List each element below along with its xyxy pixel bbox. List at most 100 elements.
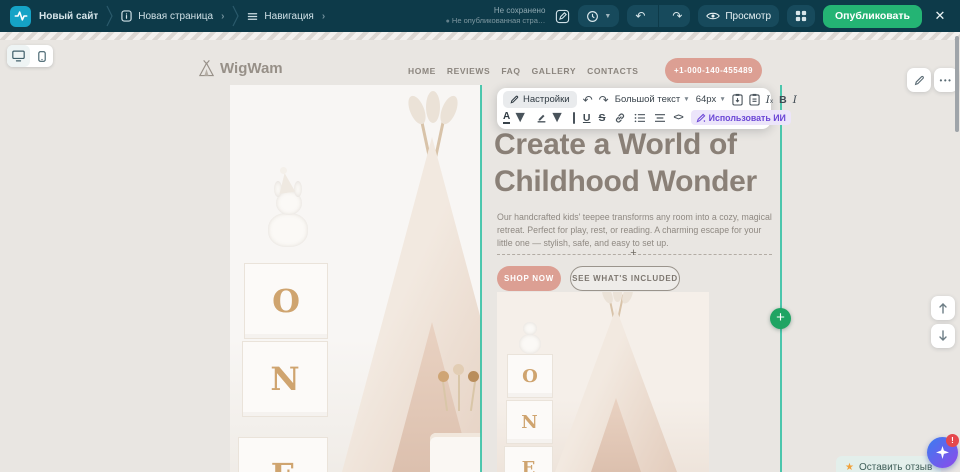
publish-button[interactable]: Опубликовать <box>823 5 922 28</box>
letter-cube: N <box>242 341 328 417</box>
bold-button[interactable]: B <box>779 94 787 106</box>
clipboard-icon <box>749 93 760 106</box>
close-editor-button[interactable]: ✕ <box>930 8 950 24</box>
teepee <box>555 308 677 472</box>
hero-paragraph[interactable]: Our handcrafted kids' teepee transforms … <box>497 211 773 251</box>
desktop-icon <box>12 50 25 62</box>
site-logo-text: WigWam <box>220 60 283 77</box>
site-name: Новый сайт <box>39 11 98 22</box>
breadcrumb-separator <box>232 5 239 27</box>
app-logo-icon[interactable] <box>10 6 31 27</box>
caret-down-icon: ▼ <box>683 96 689 103</box>
design-mode-button[interactable] <box>555 9 570 24</box>
phone-button[interactable]: +1-000-140-455489 <box>665 58 762 83</box>
background-fill-button[interactable] <box>573 112 575 124</box>
use-ai-button[interactable]: Использовать ИИ <box>691 110 791 125</box>
caret-down-icon: ▼ <box>512 109 528 127</box>
redo-button[interactable]: ↷ <box>599 93 609 107</box>
arrow-up-icon <box>938 302 948 314</box>
undo-button[interactable]: ↶ <box>627 5 653 27</box>
breadcrumb-navigation[interactable]: Навигация › <box>247 11 325 22</box>
site-nav: HOME REVIEWS FAQ GALLERY CONTACTS <box>408 66 638 76</box>
hero-heading[interactable]: Create a World of Childhood Wonder <box>494 126 786 200</box>
see-whats-included-button[interactable]: SEE WHAT'S INCLUDED <box>570 266 680 291</box>
widgets-button[interactable] <box>787 5 815 27</box>
use-ai-label: Использовать ИИ <box>709 113 786 123</box>
letter-cube: O <box>507 354 553 398</box>
highlight-color-button[interactable]: ▼ <box>536 109 565 127</box>
move-block-down-button[interactable] <box>931 324 955 348</box>
nav-link-faq[interactable]: FAQ <box>501 66 520 76</box>
nav-link-reviews[interactable]: REVIEWS <box>447 66 490 76</box>
status-dot-icon: ● <box>446 18 450 25</box>
preview-button[interactable]: Просмотр <box>698 5 779 27</box>
paste-style-button[interactable] <box>732 93 743 106</box>
undo-button[interactable]: ↶ <box>583 93 593 107</box>
divider <box>658 5 659 27</box>
settings-button[interactable]: Настройки <box>503 91 577 108</box>
plus-icon: + <box>630 247 636 259</box>
text-style-value: Большой текст <box>615 94 681 105</box>
site-logo[interactable]: WigWam <box>197 59 283 77</box>
redo-icon: ↷ <box>672 9 682 23</box>
cake-pop-top <box>438 371 449 382</box>
redo-button[interactable]: ↷ <box>664 5 690 27</box>
align-button[interactable] <box>654 113 666 123</box>
text-style-dropdown[interactable]: Большой текст ▼ <box>615 94 690 105</box>
italic-button[interactable]: I <box>793 94 797 106</box>
underline-button[interactable]: U <box>583 112 591 124</box>
text-color-button[interactable]: A ▼ <box>503 109 528 127</box>
page-icon <box>121 10 132 22</box>
sparkle-icon <box>936 446 949 459</box>
edit-block-button[interactable] <box>907 68 931 92</box>
strikethrough-button[interactable]: S <box>599 112 606 124</box>
bullet-list-icon <box>634 113 646 123</box>
clear-format-sub: x <box>770 98 773 105</box>
nav-crumb-label: Навигация <box>264 11 313 22</box>
widgets-icon <box>795 10 807 22</box>
cake <box>430 433 481 472</box>
add-block-button[interactable]: + <box>770 308 791 329</box>
hero-image-bottom[interactable]: O N E <box>497 292 709 472</box>
shop-now-button[interactable]: SHOP NOW <box>497 266 561 291</box>
undo-redo-group: ↶ ↷ <box>627 5 690 27</box>
device-toggle <box>7 45 53 67</box>
pencil-icon <box>914 75 925 86</box>
link-icon <box>614 112 626 124</box>
see-whats-included-label: SEE WHAT'S INCLUDED <box>572 274 678 283</box>
breadcrumb-site[interactable]: Новый сайт <box>39 11 98 22</box>
list-button[interactable] <box>634 113 646 123</box>
code-button[interactable]: <> <box>674 112 683 123</box>
desktop-view-button[interactable] <box>7 45 30 67</box>
letter-cube: E <box>504 446 553 472</box>
history-button[interactable]: ▼ <box>578 5 619 27</box>
feedback-label: Оставить отзыв <box>859 462 932 472</box>
mobile-icon <box>38 50 46 63</box>
highlighter-icon <box>536 112 547 123</box>
cube-letter: E <box>522 458 536 472</box>
copy-style-button[interactable] <box>749 93 760 106</box>
cake-pop-top <box>468 371 479 382</box>
link-button[interactable] <box>614 112 626 124</box>
caret-down-icon: ▼ <box>549 109 565 127</box>
star-icon: ★ <box>845 462 854 472</box>
cube-letter: N <box>270 360 299 398</box>
nav-link-home[interactable]: HOME <box>408 66 436 76</box>
clear-format-button[interactable]: Ix <box>766 94 773 106</box>
font-size-dropdown[interactable]: 64px ▼ <box>696 94 726 105</box>
history-clock-icon <box>586 10 599 23</box>
ai-pen-icon <box>696 113 706 123</box>
chevron-right-icon: › <box>322 11 325 22</box>
add-element-button[interactable]: + <box>627 247 640 260</box>
scrollbar-thumb[interactable] <box>955 36 959 132</box>
pencil-icon <box>510 95 519 104</box>
hero-image-left[interactable]: O N E <box>230 85 481 472</box>
nav-link-gallery[interactable]: GALLERY <box>532 66 577 76</box>
cake-pop <box>458 375 460 411</box>
breadcrumb-page[interactable]: Новая страница › <box>121 10 224 22</box>
leave-feedback-chip[interactable]: ★ Оставить отзыв <box>836 456 941 472</box>
mobile-view-button[interactable] <box>30 45 53 67</box>
caret-down-icon: ▼ <box>719 96 725 103</box>
move-block-up-button[interactable] <box>931 296 955 320</box>
nav-link-contacts[interactable]: CONTACTS <box>587 66 638 76</box>
